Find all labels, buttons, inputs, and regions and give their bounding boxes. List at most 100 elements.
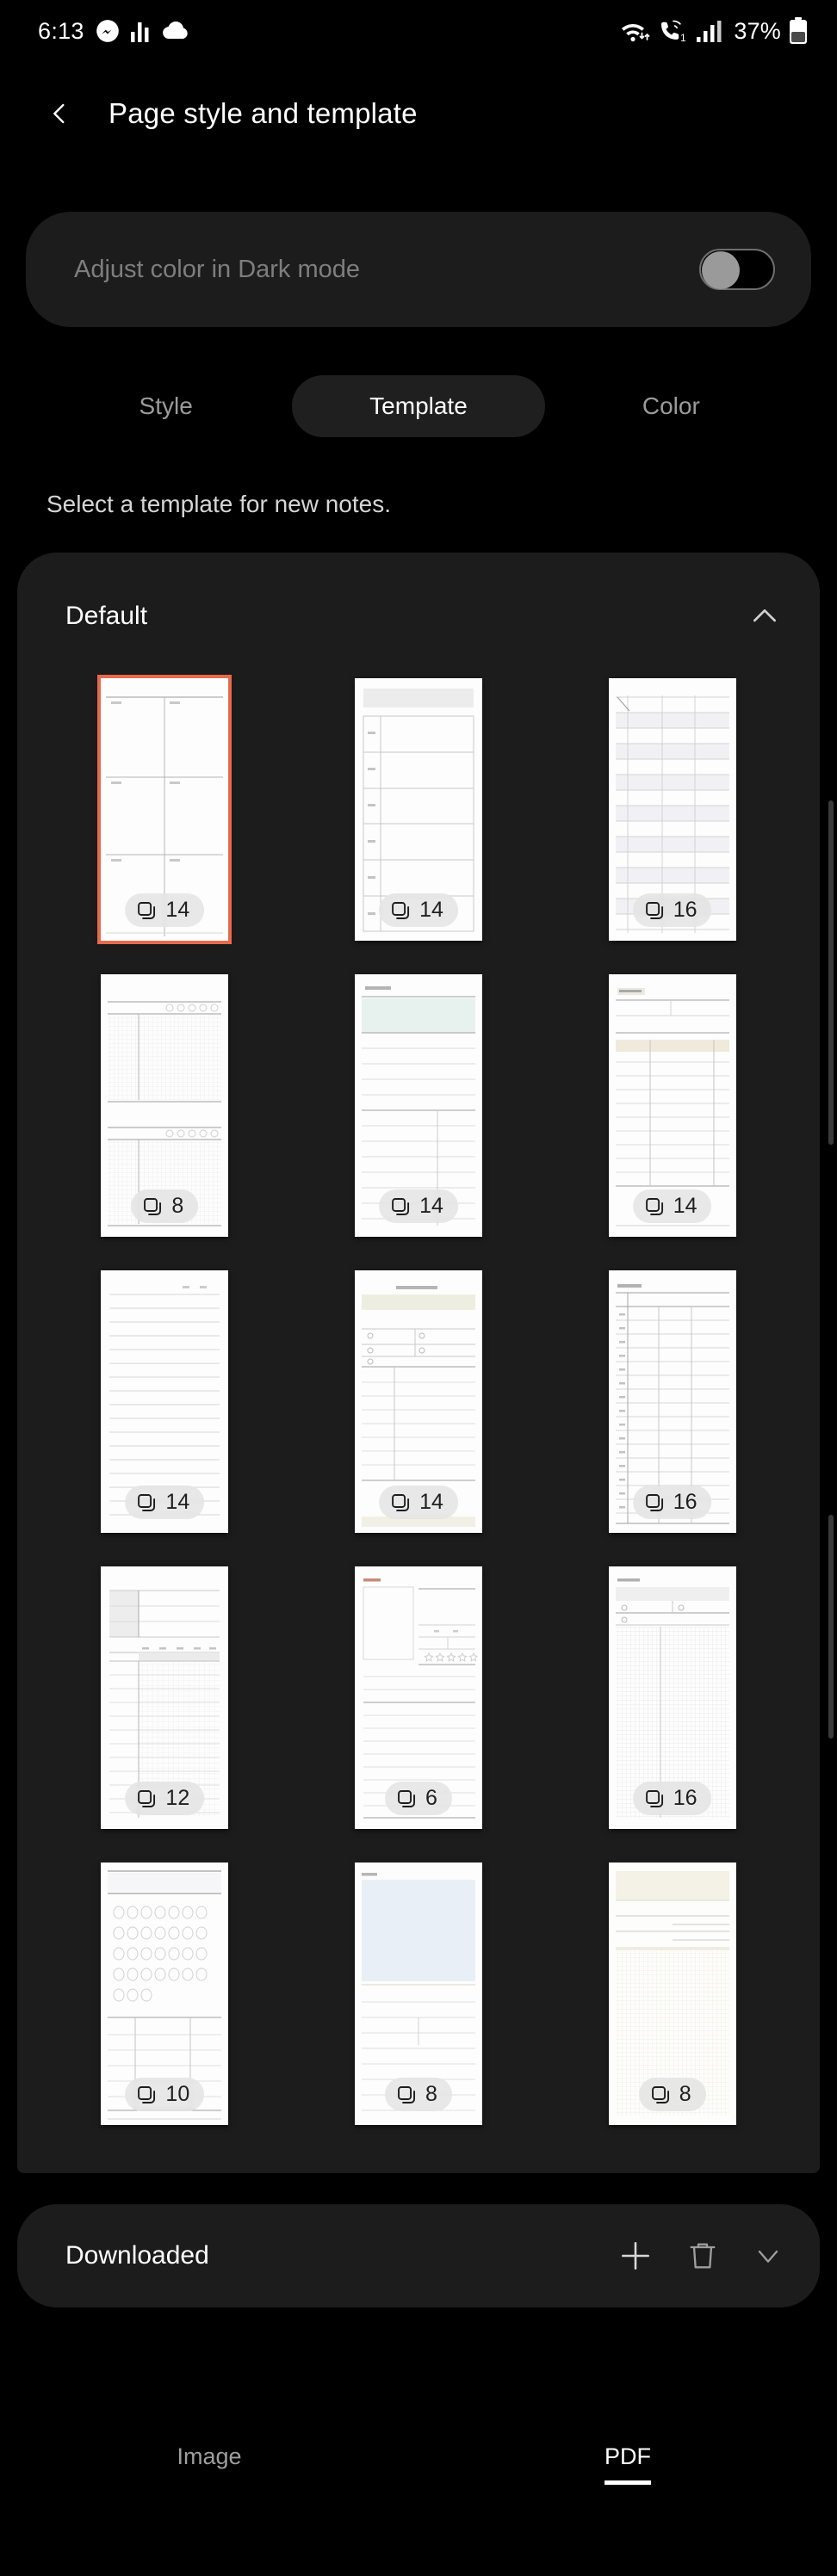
copy-pages-icon: [396, 1788, 417, 1809]
downloaded-section-header[interactable]: Downloaded: [17, 2204, 820, 2307]
wifi-calling-icon: 1: [658, 19, 689, 43]
status-bar-left: 6:13: [38, 18, 190, 45]
copy-pages-icon: [142, 1196, 163, 1217]
template-page-count: 12: [165, 1786, 190, 1810]
bottom-tab-image-label: Image: [177, 2443, 242, 2469]
copy-pages-icon: [390, 1492, 411, 1513]
template-page-count: 16: [673, 1786, 698, 1810]
status-bar-clock: 6:13: [38, 17, 84, 44]
copy-pages-icon: [396, 2085, 417, 2105]
adjust-color-dark-mode-label: Adjust color in Dark mode: [74, 255, 361, 283]
bottom-tab-image[interactable]: Image: [0, 2443, 418, 2480]
bottom-tab-pdf-label: PDF: [604, 2443, 651, 2485]
template-item-review-rating[interactable]: 6: [354, 1566, 482, 1829]
chevron-up-icon[interactable]: [747, 599, 782, 633]
template-grid: 14 14 16 8 14 14 14 14 16 12 6 16 10 8 8: [17, 675, 820, 2125]
template-page-count: 16: [673, 1490, 698, 1514]
scrollbar-thumb-upper[interactable]: [828, 800, 834, 1145]
template-page-count: 14: [419, 1194, 443, 1218]
template-page-count-badge: 12: [125, 1782, 205, 1815]
template-page-count-badge: 14: [632, 1189, 712, 1223]
chevron-left-icon: [45, 99, 74, 128]
copy-pages-icon: [136, 2085, 157, 2105]
status-bar: 6:13 1 37%: [0, 0, 837, 62]
template-page-count: 8: [171, 1194, 184, 1218]
copy-pages-icon: [644, 900, 665, 921]
template-item-graph-mood-tracker[interactable]: 8: [101, 974, 229, 1237]
copy-pages-icon: [136, 1788, 157, 1809]
bottom-bar: Image PDF: [0, 2407, 837, 2576]
tab-template[interactable]: Template: [292, 375, 545, 437]
template-page-count: 14: [673, 1194, 698, 1218]
template-page-count-badge: 14: [125, 1486, 205, 1519]
page-title: Page style and template: [108, 97, 418, 129]
template-item-travel-plan-grid[interactable]: 16: [608, 1566, 736, 1829]
messenger-icon: [96, 19, 120, 43]
adjust-color-dark-mode-row[interactable]: Adjust color in Dark mode: [26, 212, 811, 327]
copy-pages-icon: [644, 1492, 665, 1513]
template-page-count-badge: 14: [379, 1189, 458, 1223]
template-page-count: 8: [425, 2082, 437, 2106]
template-page-count: 14: [165, 1490, 190, 1514]
status-bar-right: 1 37%: [621, 17, 808, 45]
template-item-quarterly-numbered[interactable]: 16: [608, 1270, 736, 1533]
copy-pages-icon: [644, 1196, 665, 1217]
default-section-title: Default: [65, 602, 148, 630]
copy-pages-icon: [650, 2085, 671, 2105]
template-page-count-badge: 16: [632, 1782, 712, 1815]
template-item-monthly-calendar-grid[interactable]: 14: [97, 675, 232, 944]
battery-percent-label: 37%: [734, 17, 781, 44]
template-page-count-badge: 14: [379, 1486, 458, 1519]
template-item-class-information[interactable]: 14: [354, 1270, 482, 1533]
template-item-profile-photo[interactable]: 8: [354, 1863, 482, 2125]
copy-pages-icon: [136, 1492, 157, 1513]
copy-pages-icon: [390, 900, 411, 921]
svg-text:1: 1: [680, 32, 686, 43]
template-item-daily-plan[interactable]: 14: [608, 974, 736, 1237]
template-item-ruled-table[interactable]: 16: [608, 678, 736, 941]
trash-icon[interactable]: [685, 2239, 720, 2273]
downloaded-section-title: Downloaded: [65, 2241, 209, 2270]
template-page-count-badge: 6: [385, 1782, 452, 1815]
template-page-count-badge: 10: [125, 2078, 205, 2111]
back-button[interactable]: [41, 96, 78, 132]
template-item-cream-grid[interactable]: 8: [608, 1863, 736, 2125]
bottom-tab-pdf[interactable]: PDF: [418, 2443, 837, 2485]
template-item-workout-plan[interactable]: 14: [354, 974, 482, 1237]
template-page-count: 16: [673, 898, 698, 922]
template-item-habit-tracker[interactable]: 12: [101, 1566, 229, 1829]
template-page-count-badge: 14: [379, 893, 458, 927]
cloud-icon: [161, 22, 190, 40]
downloaded-actions: [617, 2237, 785, 2275]
tab-color[interactable]: Color: [545, 375, 797, 437]
template-page-count-badge: 8: [131, 1189, 199, 1223]
toggle-knob: [702, 251, 740, 289]
template-page-count-badge: 16: [632, 1486, 712, 1519]
template-page-count: 14: [419, 898, 443, 922]
tab-style[interactable]: Style: [40, 375, 292, 437]
app-bar: Page style and template: [0, 77, 837, 150]
template-item-monthly-list[interactable]: 14: [354, 678, 482, 941]
template-hint-text: Select a template for new notes.: [46, 491, 391, 517]
template-page-count: 8: [679, 2082, 691, 2106]
style-template-color-tabs: Style Template Color: [0, 375, 837, 437]
template-page-count: 10: [165, 2082, 190, 2106]
template-page-count: 6: [425, 1786, 437, 1810]
template-page-count: 14: [419, 1490, 443, 1514]
battery-icon: [789, 17, 808, 45]
plus-icon[interactable]: [617, 2237, 654, 2275]
template-item-lined-notes[interactable]: 14: [101, 1270, 229, 1533]
template-page-count-badge: 8: [385, 2078, 452, 2111]
default-section-header[interactable]: Default: [17, 592, 820, 640]
template-page-count-badge: 8: [638, 2078, 706, 2111]
scrollbar-thumb-lower[interactable]: [828, 1515, 834, 1739]
bar-chart-icon: [130, 20, 150, 42]
adjust-color-dark-mode-toggle[interactable]: [699, 249, 775, 290]
copy-pages-icon: [136, 900, 157, 921]
default-templates-panel: Default 14 14 16 8 14 14 14 14 16 12 6 1…: [17, 553, 820, 2173]
template-page-count: 14: [165, 898, 190, 922]
template-item-circle-tracker[interactable]: 10: [101, 1863, 229, 2125]
template-page-count-badge: 16: [632, 893, 712, 927]
signal-bars-icon: [697, 19, 722, 43]
chevron-down-icon[interactable]: [751, 2239, 785, 2273]
